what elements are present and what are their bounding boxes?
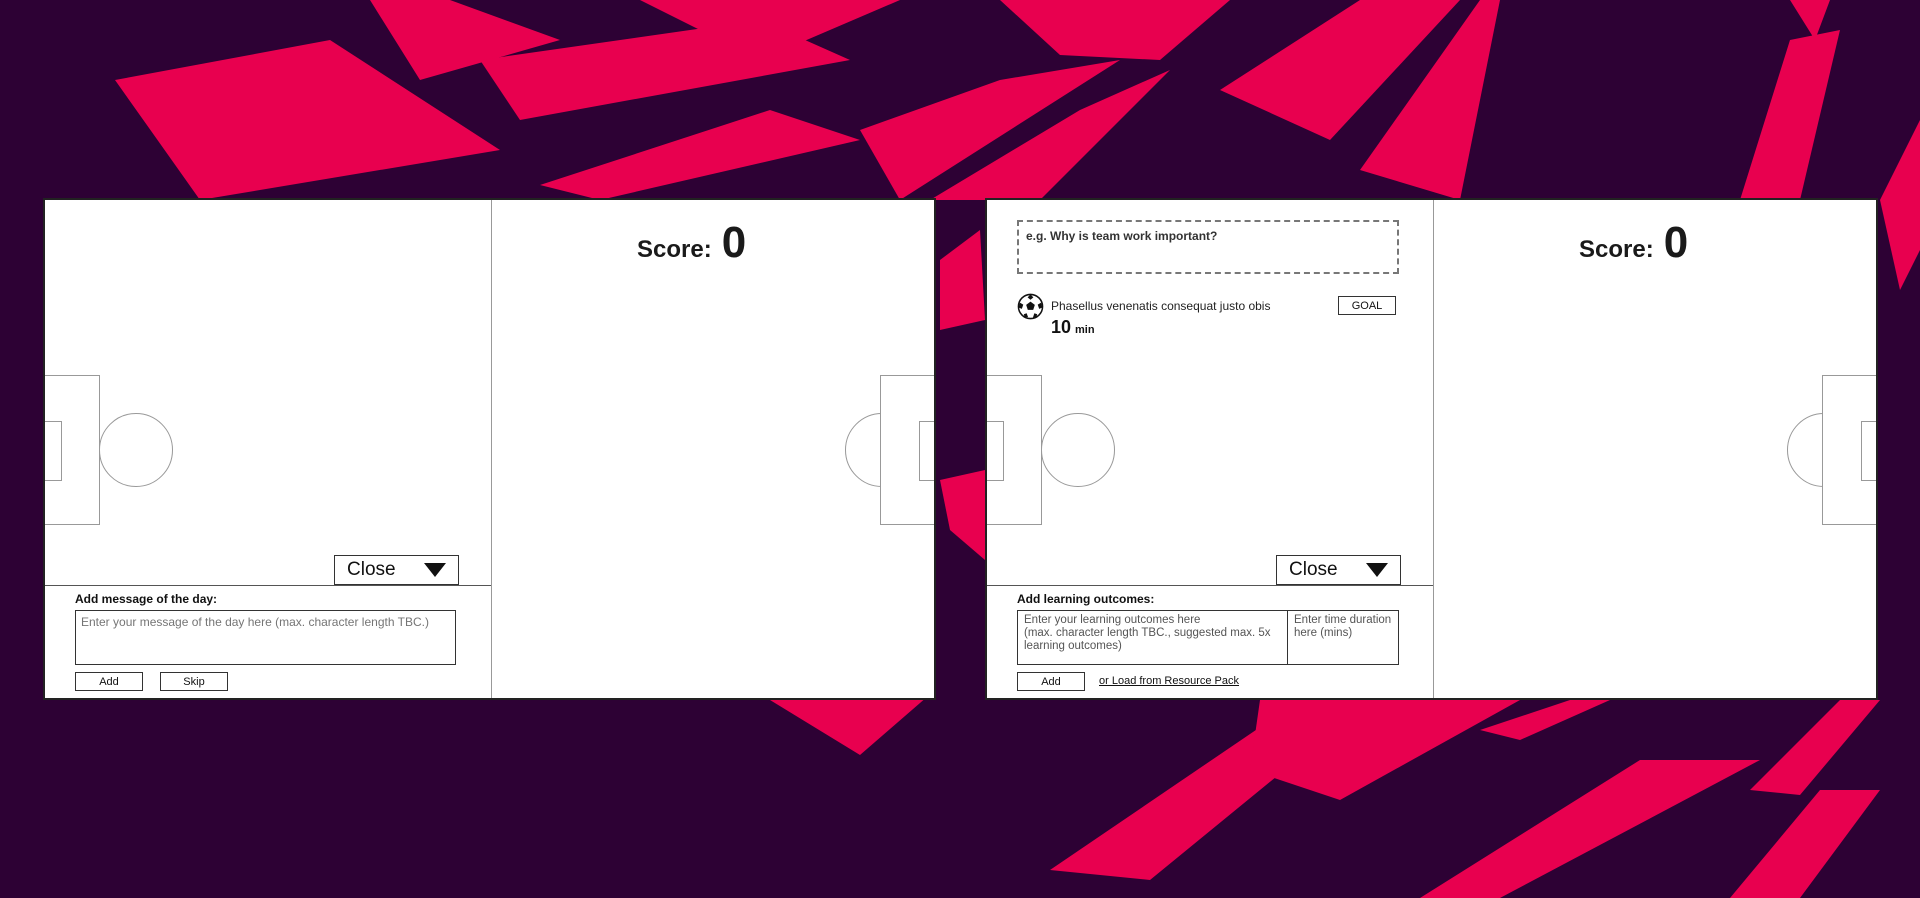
close-dropdown[interactable]: Close xyxy=(334,555,459,585)
halfway-line xyxy=(1433,200,1434,698)
task-duration: 10 min xyxy=(1051,317,1095,338)
form-divider xyxy=(987,585,1433,586)
time-duration-input[interactable]: Enter time duration here (mins) xyxy=(1288,611,1398,664)
score-label: Score: xyxy=(1579,236,1654,263)
pitch-panel-right: Score: 0 e.g. Why is team work important… xyxy=(985,198,1878,700)
outcomes-form-label: Add learning outcomes: xyxy=(1017,592,1155,606)
score-value: 0 xyxy=(1663,218,1689,267)
close-dropdown-label: Close xyxy=(347,559,396,580)
score-display: Score: 0 xyxy=(637,218,746,268)
add-button[interactable]: Add xyxy=(1017,672,1085,691)
penalty-arc-left xyxy=(99,413,173,487)
close-dropdown-label: Close xyxy=(1289,559,1338,580)
goal-button[interactable]: GOAL xyxy=(1338,296,1396,315)
goal-box-right xyxy=(1861,421,1876,481)
chevron-down-icon xyxy=(1366,563,1388,577)
skip-button[interactable]: Skip xyxy=(160,672,228,691)
score-display: Score: 0 xyxy=(1579,218,1688,268)
goal-box-right xyxy=(919,421,934,481)
penalty-arc-left xyxy=(1041,413,1115,487)
message-input[interactable] xyxy=(75,610,456,665)
duration-unit: min xyxy=(1075,324,1095,336)
task-title: Phasellus venenatis consequat justo obis xyxy=(1051,299,1271,313)
form-divider xyxy=(45,585,491,586)
message-form-label: Add message of the day: xyxy=(75,592,218,606)
outcomes-input-group: Enter your learning outcomes here (max. … xyxy=(1017,610,1399,665)
soccer-ball-icon xyxy=(1017,293,1044,320)
pitch-panel-left: Score: 0 Close Add message of the day: A… xyxy=(43,198,936,700)
duration-value: 10 xyxy=(1051,317,1072,337)
add-button[interactable]: Add xyxy=(75,672,143,691)
goal-box-left xyxy=(45,421,62,481)
question-input[interactable]: e.g. Why is team work important? xyxy=(1017,220,1399,274)
chevron-down-icon xyxy=(424,563,446,577)
score-value: 0 xyxy=(721,218,747,267)
close-dropdown[interactable]: Close xyxy=(1276,555,1401,585)
halfway-line xyxy=(491,200,492,698)
load-resource-pack-link[interactable]: or Load from Resource Pack xyxy=(1099,675,1239,687)
outcomes-input[interactable]: Enter your learning outcomes here (max. … xyxy=(1018,611,1288,664)
score-label: Score: xyxy=(637,236,712,263)
goal-box-left xyxy=(987,421,1004,481)
